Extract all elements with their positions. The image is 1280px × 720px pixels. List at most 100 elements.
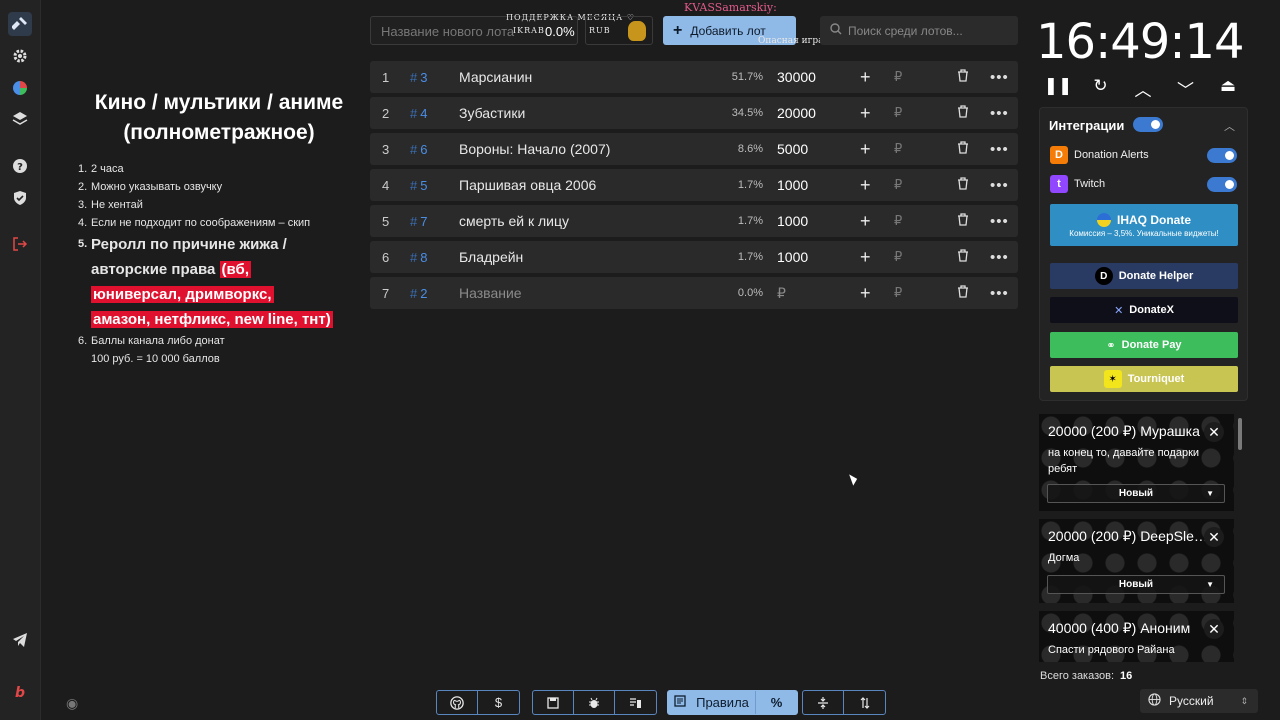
bug-icon[interactable] [574, 691, 615, 714]
lot-amount-input[interactable]: 1000 [777, 177, 808, 193]
logout-icon[interactable] [8, 232, 32, 256]
close-icon[interactable]: ✕ [1204, 619, 1224, 639]
plus-icon[interactable]: + [860, 175, 871, 196]
compress-icon[interactable] [803, 691, 844, 714]
layers-icon[interactable] [8, 107, 32, 131]
plus-icon[interactable]: + [860, 283, 871, 304]
tourniquet-button[interactable]: ✶ Tourniquet [1050, 366, 1238, 392]
integrations-toggle[interactable] [1133, 117, 1163, 132]
plus-icon[interactable]: + [860, 103, 871, 124]
lot-name-input[interactable]: Название [459, 285, 522, 301]
pie-chart-icon[interactable] [8, 76, 32, 100]
github-icon[interactable] [437, 691, 478, 714]
donate-pay-icon: ⚭ [1106, 339, 1116, 352]
more-options-icon[interactable]: ••• [990, 177, 1009, 194]
donation-status-select[interactable]: Новый ▼ [1047, 484, 1225, 503]
plus-icon[interactable]: + [860, 247, 871, 268]
lot-amount-input[interactable]: 5000 [777, 141, 808, 157]
plus-icon[interactable]: + [860, 139, 871, 160]
rub-label: RUB [589, 26, 611, 35]
chevron-up-icon[interactable]: ︿ [1128, 76, 1158, 101]
donations-scrollbar[interactable] [1238, 418, 1242, 450]
ruble-input[interactable]: ₽ [894, 249, 902, 265]
more-options-icon[interactable]: ••• [990, 249, 1009, 266]
donation-amount: 20000 (200 ₽) DeepSleep [1048, 528, 1208, 544]
lot-tag[interactable]: #5 [410, 178, 427, 193]
donate-pay-button[interactable]: ⚭ Donate Pay [1050, 332, 1238, 358]
more-options-icon[interactable]: ••• [990, 105, 1009, 122]
rules-button[interactable]: Правила [668, 691, 756, 714]
lot-amount-input[interactable]: 1000 [777, 213, 808, 229]
toolbar-layout [802, 690, 886, 715]
reset-icon[interactable]: ↻ [1086, 76, 1116, 101]
close-icon[interactable]: ✕ [1204, 422, 1224, 442]
lot-name-input[interactable]: смерть ей к лицу [459, 213, 569, 229]
ruble-input[interactable]: ₽ [894, 105, 902, 121]
more-options-icon[interactable]: ••• [990, 285, 1009, 302]
trash-icon[interactable] [957, 141, 969, 157]
save-icon[interactable] [533, 691, 574, 714]
collapse-chevron-icon[interactable]: ︿ [1224, 118, 1235, 134]
help-icon[interactable]: ? [8, 154, 32, 178]
eye-icon[interactable]: ◉ [66, 695, 78, 712]
ruble-input[interactable]: ₽ [894, 69, 902, 85]
ihaq-donate-button[interactable]: IHAQ Donate Комиссия – 3,5%. Уникальные … [1050, 204, 1238, 246]
lot-tag[interactable]: #2 [410, 286, 427, 301]
chevron-up-double-icon[interactable]: ⏏ [1213, 76, 1243, 101]
lot-amount-input[interactable]: 30000 [777, 69, 816, 85]
donate-dollar-button[interactable]: $ [478, 691, 519, 714]
plus-icon[interactable]: + [860, 67, 871, 88]
trash-icon[interactable] [957, 285, 969, 301]
trash-icon[interactable] [957, 213, 969, 229]
lot-amount-input[interactable]: 20000 [777, 105, 816, 121]
twitch-toggle[interactable] [1207, 177, 1237, 192]
ruble-input[interactable]: ₽ [894, 213, 902, 229]
more-options-icon[interactable]: ••• [990, 69, 1009, 86]
telegram-icon[interactable] [8, 628, 32, 652]
svg-text:?: ? [17, 162, 23, 173]
lot-name-input[interactable]: Зубастики [459, 105, 525, 121]
rub-amount-box[interactable]: RUB [585, 16, 653, 45]
lot-tag[interactable]: #6 [410, 142, 427, 157]
lot-tag[interactable]: #4 [410, 106, 427, 121]
more-options-icon[interactable]: ••• [990, 141, 1009, 158]
donatex-button[interactable]: ✕ DonateX [1050, 297, 1238, 323]
language-select[interactable]: Русский ⇕ [1140, 689, 1258, 713]
trash-icon[interactable] [957, 69, 969, 85]
lot-row: 1 #3 Марсианин 51.7% 30000 + ₽ ••• [370, 61, 1018, 93]
donation-status-select[interactable]: Новый ▼ [1047, 575, 1225, 594]
shield-check-icon[interactable] [8, 186, 32, 210]
clear-list-icon[interactable] [615, 691, 656, 714]
pause-icon[interactable]: ❚❚ [1043, 76, 1073, 101]
donate-helper-button[interactable]: D Donate Helper [1050, 263, 1238, 289]
trash-icon[interactable] [957, 177, 969, 193]
lot-tag[interactable]: #8 [410, 250, 427, 265]
lot-name-input[interactable]: Марсианин [459, 69, 532, 85]
donation-alerts-icon: D [1050, 146, 1068, 164]
percent-button[interactable]: % [756, 691, 797, 714]
trash-icon[interactable] [957, 249, 969, 265]
ruble-input[interactable]: ₽ [894, 141, 902, 157]
lot-amount-input[interactable]: ₽ [777, 285, 786, 302]
lot-name-input[interactable]: Вороны: Начало (2007) [459, 141, 610, 157]
lot-index: 4 [382, 177, 390, 193]
search-lots[interactable]: Поиск среди лотов... [820, 16, 1018, 45]
lot-tag[interactable]: #3 [410, 70, 427, 85]
more-options-icon[interactable]: ••• [990, 213, 1009, 230]
plus-icon[interactable]: + [860, 211, 871, 232]
gavel-icon[interactable] [8, 12, 32, 36]
lot-name-input[interactable]: Паршивая овца 2006 [459, 177, 596, 193]
chevron-down-icon[interactable]: ﹀ [1171, 76, 1201, 101]
sort-icon[interactable] [844, 691, 885, 714]
gear-icon[interactable] [8, 44, 32, 68]
lot-tag[interactable]: #7 [410, 214, 427, 229]
brand-b-icon[interactable]: b [8, 680, 32, 704]
lot-amount-input[interactable]: 1000 [777, 249, 808, 265]
donation-message: Спасти рядового Райана [1048, 644, 1175, 656]
lot-name-input[interactable]: Бладрейн [459, 249, 523, 265]
close-icon[interactable]: ✕ [1204, 527, 1224, 547]
donation-alerts-toggle[interactable] [1207, 148, 1237, 163]
trash-icon[interactable] [957, 105, 969, 121]
ruble-input[interactable]: ₽ [894, 177, 902, 193]
ruble-input[interactable]: ₽ [894, 285, 902, 301]
